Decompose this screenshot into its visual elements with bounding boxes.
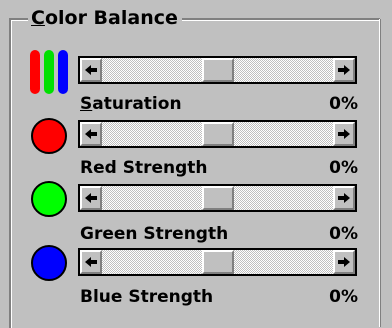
green-scroll-left-button[interactable] — [80, 186, 102, 210]
red-circle-icon — [31, 118, 67, 154]
saturation-label-rest: aturation — [92, 94, 182, 114]
red-scroll-right-button[interactable] — [333, 122, 355, 146]
red-scroll-left-button[interactable] — [80, 122, 102, 146]
saturation-scrollbar[interactable] — [78, 56, 357, 84]
right-arrow-icon — [338, 193, 350, 203]
left-arrow-icon — [85, 129, 97, 139]
blue-scroll-left-button[interactable] — [80, 250, 102, 274]
rgb-bar-blue — [58, 50, 68, 94]
saturation-slider-thumb[interactable] — [202, 58, 234, 82]
group-title-rest: olor Balance — [44, 7, 178, 29]
blue-scroll-right-button[interactable] — [333, 250, 355, 274]
green-strength-label: Green Strength — [80, 224, 229, 244]
left-arrow-icon — [85, 193, 97, 203]
right-arrow-icon — [338, 257, 350, 267]
left-arrow-icon — [85, 65, 97, 75]
red-strength-label: Red Strength — [80, 158, 208, 178]
saturation-hotkey: S — [80, 94, 93, 114]
red-strength-scrollbar[interactable] — [78, 120, 357, 148]
blue-circle-icon — [31, 245, 67, 281]
right-arrow-icon — [338, 129, 350, 139]
saturation-scroll-left-button[interactable] — [80, 58, 102, 82]
blue-strength-slider-thumb[interactable] — [202, 250, 234, 274]
right-arrow-icon — [338, 65, 350, 75]
blue-strength-scrollbar[interactable] — [78, 248, 357, 276]
rgb-bar-red — [30, 50, 40, 94]
group-title-hotkey: C — [31, 7, 45, 29]
blue-strength-label: Blue Strength — [80, 287, 214, 307]
green-circle-icon — [31, 181, 67, 217]
saturation-label: Saturation — [80, 94, 182, 114]
left-arrow-icon — [85, 257, 97, 267]
green-strength-slider-thumb[interactable] — [202, 186, 234, 210]
rgb-bars-icon — [28, 50, 70, 94]
green-scroll-right-button[interactable] — [333, 186, 355, 210]
saturation-scroll-right-button[interactable] — [333, 58, 355, 82]
red-strength-value: 0% — [329, 158, 358, 178]
group-title: Color Balance — [28, 6, 182, 30]
green-strength-scrollbar[interactable] — [78, 184, 357, 212]
green-strength-value: 0% — [329, 224, 358, 244]
red-strength-slider-thumb[interactable] — [202, 122, 234, 146]
blue-strength-value: 0% — [329, 287, 358, 307]
saturation-value: 0% — [329, 94, 358, 114]
rgb-bar-green — [44, 50, 54, 94]
